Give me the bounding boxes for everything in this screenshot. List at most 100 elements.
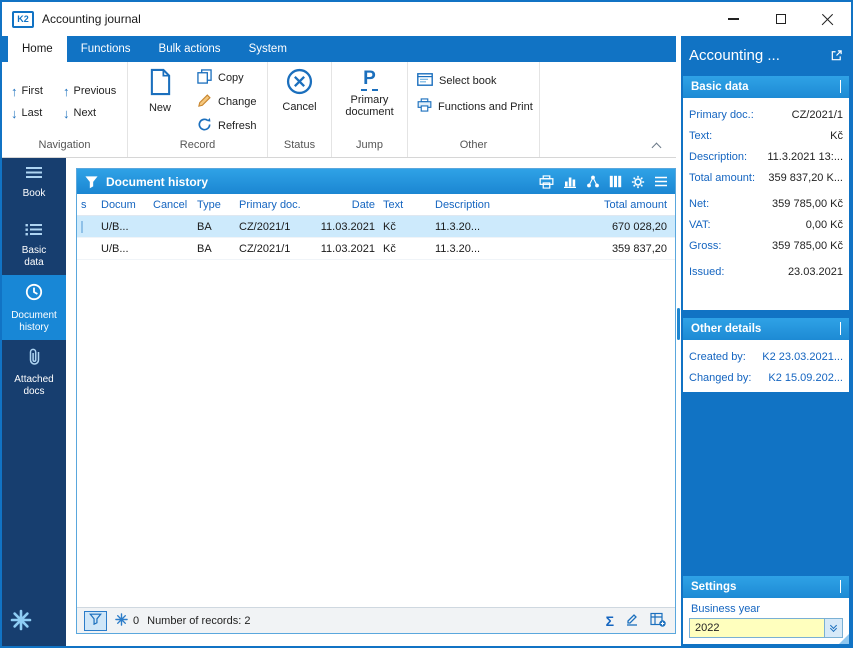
status-bar: 0 Number of records: 2 Σ [77, 607, 675, 633]
field-label: Text: [689, 130, 712, 142]
close-icon [821, 13, 834, 26]
cell-description: 11.3.20... [431, 243, 501, 255]
new-view-icon[interactable] [650, 612, 666, 630]
columns-icon[interactable] [609, 175, 622, 188]
app-logo-icon: K2 [12, 11, 34, 28]
sidebar-item-attached-docs[interactable]: Attached docs [2, 340, 66, 404]
sidebar-item-book[interactable]: Book [2, 158, 66, 215]
filter-toggle-button[interactable] [84, 611, 107, 631]
first-button[interactable]: ↑ First [11, 80, 63, 102]
tab-system[interactable]: System [235, 36, 301, 62]
column-header-s[interactable]: s [77, 199, 97, 211]
field-value: 0,00 Kč [806, 219, 843, 231]
field-value: 359 785,00 Kč [772, 198, 843, 210]
next-button[interactable]: ↓ Next [63, 102, 129, 124]
maximize-icon [776, 14, 786, 24]
settings-gear-icon[interactable] [631, 175, 645, 189]
refresh-button[interactable]: Refresh [197, 117, 257, 135]
chart-icon[interactable] [563, 175, 577, 188]
tab-functions[interactable]: Functions [67, 36, 145, 62]
splitter-handle[interactable] [677, 308, 680, 340]
previous-button[interactable]: ↑ Previous [63, 80, 129, 102]
cell-document: U/B... [97, 243, 149, 255]
column-header-text[interactable]: Text [379, 199, 431, 211]
section-header-basic-data[interactable]: Basic data [683, 76, 849, 98]
open-in-window-icon[interactable] [830, 49, 843, 62]
table-row[interactable]: U/B... BA CZ/2021/1 11.03.2021 Kč 11.3.2… [77, 238, 675, 260]
business-year-combobox[interactable]: 2022 [689, 618, 843, 638]
printer-icon [417, 98, 432, 115]
cell-state [77, 221, 97, 233]
tab-home[interactable]: Home [8, 36, 67, 62]
field-label: Gross: [689, 240, 721, 252]
field-value-link[interactable]: K2 23.03.2021... [762, 351, 843, 363]
sidebar-item-basic-data[interactable]: Basic data [2, 215, 66, 275]
panel-splitter[interactable] [676, 36, 681, 646]
arrow-down-icon: ↓ [11, 107, 18, 120]
column-header-description[interactable]: Description [431, 199, 501, 211]
section-header-settings[interactable]: Settings [683, 576, 849, 598]
cell-date: 11.03.2021 [313, 221, 379, 233]
field-value: 23.03.2021 [788, 266, 843, 278]
last-button[interactable]: ↓ Last [11, 102, 63, 124]
preview-panel: Accounting ... Basic data Primary doc.: … [681, 36, 851, 646]
field-row-changed-by: Changed by: K2 15.09.202... [689, 367, 843, 388]
record-count-text: Number of records: 2 [147, 615, 250, 627]
cell-type: BA [193, 221, 235, 233]
column-header-type[interactable]: Type [193, 199, 235, 211]
new-button[interactable]: New [131, 65, 189, 139]
field-row-created-by: Created by: K2 23.03.2021... [689, 346, 843, 367]
functions-and-print-button[interactable]: Functions and Print [417, 98, 536, 115]
column-header-document[interactable]: Docum [97, 199, 149, 211]
ribbon-group-record: New Copy Change [128, 62, 268, 157]
functions-and-print-label: Functions and Print [438, 101, 533, 113]
ribbon-group-jump: P Primary document Jump [332, 62, 408, 157]
filter-icon[interactable] [84, 175, 99, 189]
field-value-link[interactable]: K2 15.09.202... [768, 372, 843, 384]
window-resize-grip[interactable] [839, 634, 849, 644]
primary-document-button[interactable]: P Primary document [337, 65, 403, 139]
business-year-value[interactable]: 2022 [690, 619, 824, 637]
settings-box: Business year 2022 [683, 598, 849, 644]
column-header-cancel[interactable]: Cancel [149, 199, 193, 211]
column-header-total-amount[interactable]: Total amount [501, 199, 675, 211]
section-header-other-details[interactable]: Other details [683, 318, 849, 340]
copy-button[interactable]: Copy [197, 69, 257, 87]
group-label-status: Status [271, 139, 328, 157]
maximize-button[interactable] [757, 2, 804, 36]
pivot-icon[interactable] [586, 175, 600, 188]
field-row-vat: VAT: 0,00 Kč [689, 214, 843, 235]
column-header-primary-doc[interactable]: Primary doc. [235, 199, 313, 211]
field-label: Created by: [689, 351, 746, 363]
sidebar-item-label: Book [23, 188, 46, 200]
field-row-primary-doc: Primary doc.: CZ/2021/1 [689, 104, 843, 125]
print-icon[interactable] [539, 175, 554, 189]
collapse-ribbon-button[interactable] [648, 140, 664, 152]
menu-icon[interactable] [654, 176, 668, 187]
sidebar-item-label: Document history [11, 310, 57, 334]
table-row[interactable]: U/B... BA CZ/2021/1 11.03.2021 Kč 11.3.2… [77, 216, 675, 238]
cell-date: 11.03.2021 [313, 243, 379, 255]
cancel-button[interactable]: Cancel [271, 65, 328, 139]
minimize-icon [728, 18, 739, 19]
column-header-date[interactable]: Date [313, 199, 379, 211]
pencil-icon [197, 93, 212, 111]
jobs-indicator-button[interactable]: 0 [115, 613, 139, 629]
cell-primary-doc: CZ/2021/1 [235, 243, 313, 255]
sidebar-item-document-history[interactable]: Document history [2, 275, 66, 340]
minimize-button[interactable] [710, 2, 757, 36]
select-book-button[interactable]: Select book [417, 73, 536, 89]
change-button[interactable]: Change [197, 93, 257, 111]
sidebar-item-label: Attached docs [11, 374, 57, 398]
other-details-box: Created by: K2 23.03.2021... Changed by:… [683, 340, 849, 392]
sum-icon[interactable]: Σ [606, 614, 614, 628]
quick-edit-icon[interactable] [625, 612, 639, 629]
tab-bulk-actions[interactable]: Bulk actions [145, 36, 235, 62]
section-title: Basic data [691, 81, 749, 93]
table-empty-area [77, 260, 675, 607]
filter-icon [89, 613, 102, 628]
sidebar-item-label: Basic data [11, 245, 57, 269]
cell-text: Kč [379, 221, 431, 233]
field-row-gross: Gross: 359 785,00 Kč [689, 235, 843, 256]
close-button[interactable] [804, 2, 851, 36]
